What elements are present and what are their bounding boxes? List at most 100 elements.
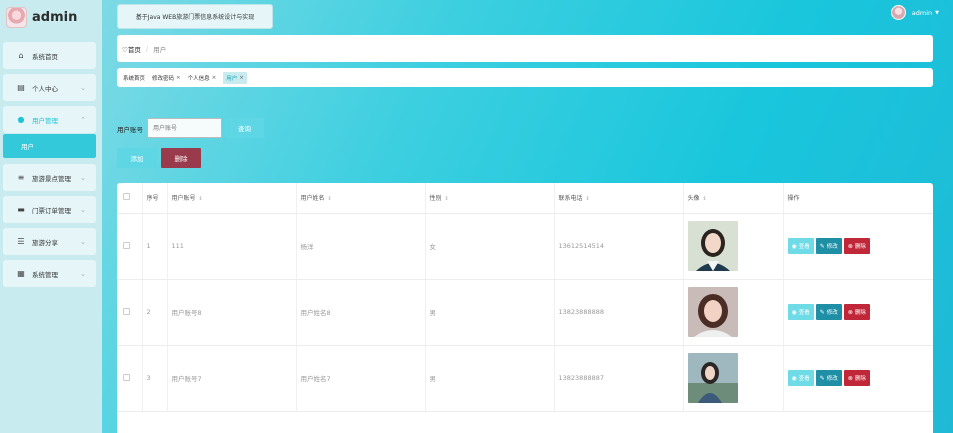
id-card-icon: ▤: [17, 83, 25, 92]
eye-icon: ◉: [791, 374, 797, 382]
cell-avatar: [683, 279, 784, 346]
user-photo: [687, 287, 738, 337]
add-button[interactable]: 添加: [117, 148, 157, 168]
cell-avatar: [683, 213, 784, 280]
brand-avatar-icon: [6, 6, 27, 28]
sort-icon[interactable]: ⇕: [703, 196, 707, 202]
header-name[interactable]: 用户姓名 ⇕: [296, 183, 426, 214]
table-row: 3 用户账号7 用户姓名7 男 13823888887 ◉ 查看 ✎ 修改 ⊗ …: [117, 345, 933, 412]
cell-name: 杨洋: [296, 213, 426, 280]
brand: admin: [6, 5, 77, 29]
sort-icon[interactable]: ⇕: [328, 196, 332, 202]
edit-button[interactable]: ✎ 修改: [815, 238, 842, 254]
pencil-icon: ✎: [819, 242, 825, 250]
breadcrumb-separator: /: [145, 44, 149, 53]
view-button[interactable]: ◉ 查看: [787, 304, 814, 320]
tag-home[interactable]: 系统首页: [123, 74, 145, 82]
select-all-cell[interactable]: [117, 183, 143, 214]
batch-delete-button[interactable]: 删除: [161, 148, 201, 168]
sidebar-item-label: 系统首页: [32, 52, 58, 61]
delete-circle-icon: ⊗: [847, 242, 853, 250]
system-title: 基于Java WEB旅游门票信息系统设计与实现: [117, 4, 273, 29]
row-checkbox[interactable]: [123, 307, 130, 315]
avatar: [890, 5, 906, 20]
close-icon[interactable]: ×: [212, 75, 217, 81]
sidebar-item-label: 个人中心: [32, 84, 58, 93]
search-button[interactable]: 查询: [225, 118, 264, 138]
sidebar-item-attractions[interactable]: ≡ 旅游景点管理 ⌄: [3, 164, 96, 191]
delete-circle-icon: ⊗: [847, 308, 853, 316]
sidebar-item-label: 系统管理: [32, 270, 58, 279]
search-input[interactable]: [147, 118, 222, 138]
view-button[interactable]: ◉ 查看: [787, 370, 814, 386]
sort-icon[interactable]: ⇕: [586, 196, 590, 202]
sidebar-item-user-management[interactable]: ● 用户管理 ⌃: [3, 106, 96, 133]
user-group-icon: ●: [17, 115, 25, 124]
header-avatar[interactable]: 头像 ⇕: [683, 183, 784, 214]
breadcrumb-home[interactable]: ♡首页: [122, 44, 141, 54]
eye-icon: ◉: [791, 308, 797, 316]
header-account[interactable]: 用户账号 ⇕: [167, 183, 297, 214]
select-all-checkbox[interactable]: [123, 193, 130, 201]
delete-circle-icon: ⊗: [847, 374, 853, 382]
sliders-icon: ☰: [17, 237, 25, 246]
search-label: 用户账号: [117, 126, 143, 134]
tag-users[interactable]: 用户 ×: [223, 71, 247, 84]
cell-account: 用户账号8: [167, 279, 297, 346]
sidebar-subitem-label: 用户: [21, 143, 34, 151]
header-gender[interactable]: 性别 ⇕: [425, 183, 555, 214]
caret-down-icon: ▼: [935, 9, 939, 16]
user-photo: [687, 221, 738, 271]
tag-profile[interactable]: 个人信息 ×: [188, 74, 217, 82]
tag-change-password[interactable]: 修改密码 ×: [152, 74, 181, 82]
cell-account: 用户账号7: [167, 345, 297, 412]
cell-gender: 男: [425, 279, 555, 346]
header-phone[interactable]: 联系电话 ⇕: [554, 183, 684, 214]
row-checkbox[interactable]: [123, 373, 130, 381]
chevron-down-icon: ⌄: [80, 205, 86, 214]
edit-button[interactable]: ✎ 修改: [815, 304, 842, 320]
brand-title: admin: [32, 9, 78, 25]
edit-button[interactable]: ✎ 修改: [815, 370, 842, 386]
chevron-up-icon: ⌃: [80, 115, 86, 124]
table-row: 2 用户账号8 用户姓名8 男 13823888888 ◉ 查看 ✎ 修改 ⊗ …: [117, 279, 933, 346]
delete-button[interactable]: ⊗ 删除: [843, 238, 870, 254]
table-row: 1 111 杨洋 女 13612514514 ◉ 查看 ✎ 修改 ⊗ 删除: [117, 213, 933, 280]
sidebar-item-system[interactable]: ▦ 系统管理 ⌄: [3, 260, 96, 287]
row-checkbox[interactable]: [123, 241, 130, 249]
cell-phone: 13823888888: [554, 279, 684, 346]
close-icon[interactable]: ×: [176, 75, 181, 81]
sidebar-item-ticket-orders[interactable]: ▬ 门票订单管理 ⌄: [3, 196, 96, 223]
cell-actions: ◉ 查看 ✎ 修改 ⊗ 删除: [783, 279, 933, 346]
home-icon: ⌂: [18, 51, 24, 60]
delete-button[interactable]: ⊗ 删除: [843, 304, 870, 320]
cell-phone: 13823888887: [554, 345, 684, 412]
table-header-row: 序号 用户账号 ⇕ 用户姓名 ⇕ 性别 ⇕ 联系电话 ⇕ 头像 ⇕ 操作: [117, 183, 933, 214]
sidebar-subitem-users[interactable]: 用户: [3, 134, 96, 158]
user-name: admin: [911, 8, 933, 17]
sidebar-item-travel-share[interactable]: ☰ 旅游分享 ⌄: [3, 228, 96, 255]
breadcrumb-current: 用户: [153, 45, 167, 54]
cell-index: 2: [142, 279, 168, 346]
cell-actions: ◉ 查看 ✎ 修改 ⊗ 删除: [783, 345, 933, 412]
header-index: 序号: [142, 183, 168, 214]
view-button[interactable]: ◉ 查看: [787, 238, 814, 254]
cell-account: 111: [167, 213, 297, 280]
grid-icon: ▦: [17, 269, 25, 278]
cell-index: 3: [142, 345, 168, 412]
cell-index: 1: [142, 213, 168, 280]
sort-icon[interactable]: ⇕: [199, 196, 203, 202]
breadcrumb: ♡首页 / 用户: [117, 35, 933, 62]
sidebar-item-profile[interactable]: ▤ 个人中心 ⌄: [3, 74, 96, 101]
sort-icon[interactable]: ⇕: [445, 196, 449, 202]
sidebar-item-label: 旅游景点管理: [32, 174, 71, 183]
chevron-down-icon: ⌄: [80, 173, 86, 182]
pencil-icon: ✎: [819, 308, 825, 316]
cell-name: 用户姓名8: [296, 279, 426, 346]
close-icon[interactable]: ×: [239, 75, 244, 81]
user-menu[interactable]: admin ▼: [890, 4, 939, 21]
cell-avatar: [683, 345, 784, 412]
sidebar-item-home[interactable]: ⌂ 系统首页: [3, 42, 96, 69]
sidebar-item-label: 用户管理: [32, 116, 58, 125]
delete-button[interactable]: ⊗ 删除: [843, 370, 870, 386]
